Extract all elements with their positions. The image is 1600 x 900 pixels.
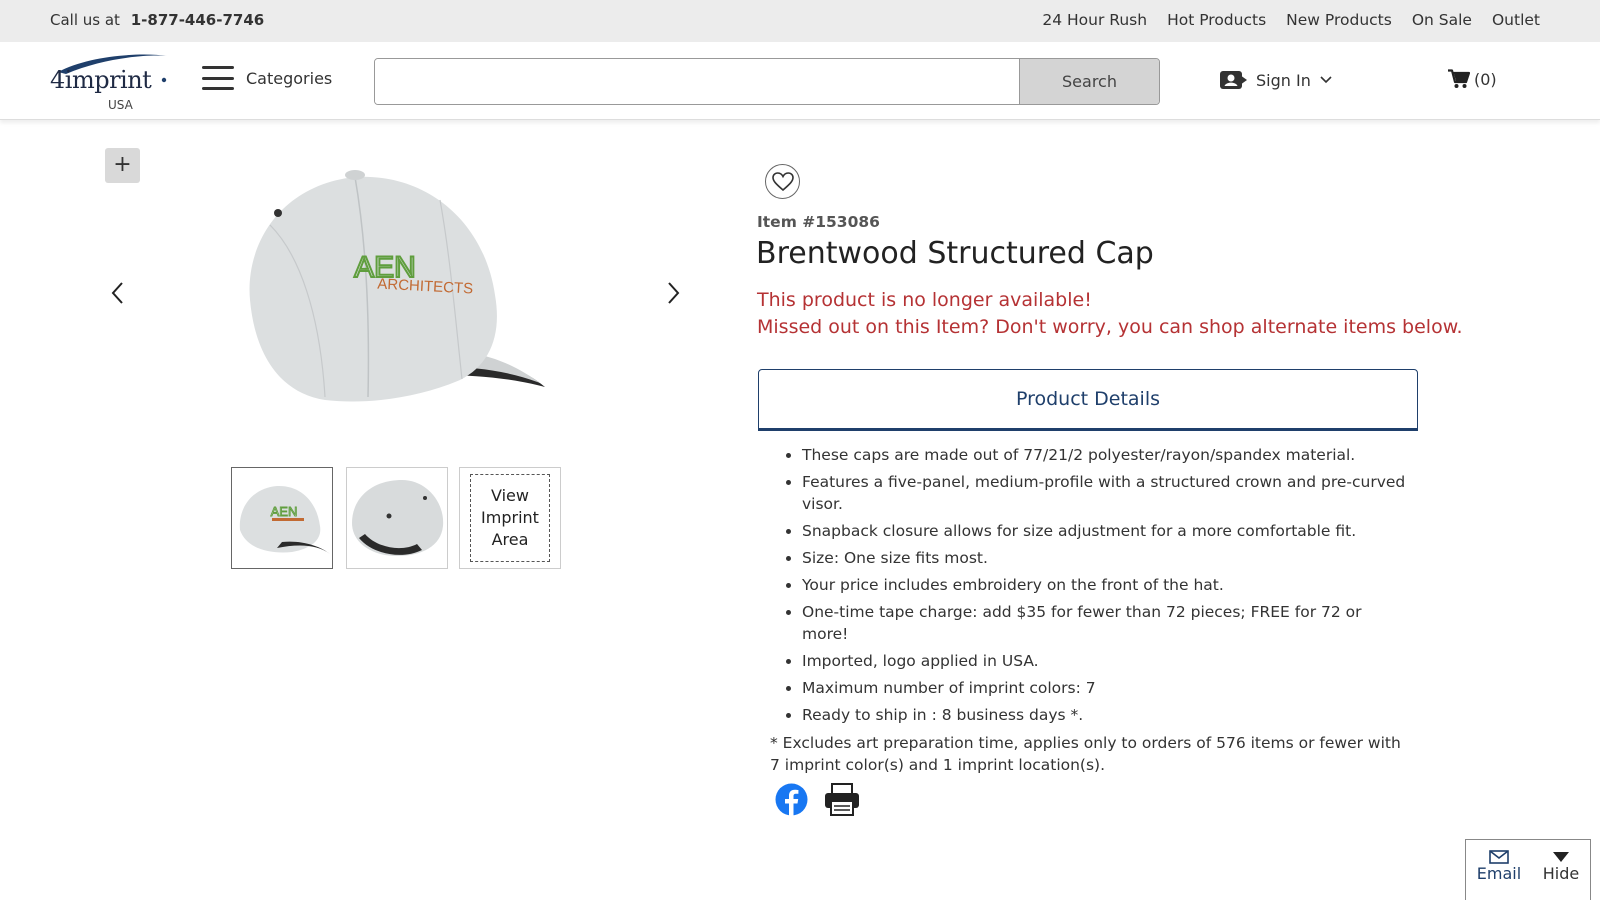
cart-link[interactable]: (0)	[1448, 69, 1497, 89]
categories-label: Categories	[246, 68, 333, 88]
triangle-down-icon	[1552, 852, 1569, 862]
search-input[interactable]	[375, 59, 1019, 104]
print-icon[interactable]	[824, 783, 860, 816]
detail-item: These caps are made out of 77/21/2 polye…	[802, 444, 1410, 466]
email-widget-button[interactable]: Email	[1477, 850, 1521, 900]
account-icon	[1220, 71, 1247, 89]
detail-item: Your price includes embroidery on the fr…	[802, 574, 1410, 596]
logo-text: 4imprint	[50, 66, 152, 94]
cart-icon	[1448, 69, 1470, 88]
imprint-line-2: Imprint	[481, 508, 539, 527]
item-number: Item #153086	[757, 213, 880, 231]
thumbnail-front-image: AEN	[239, 485, 330, 554]
email-icon	[1489, 850, 1509, 864]
detail-item: One-time tape charge: add $35 for fewer …	[802, 601, 1410, 645]
call-us: Call us at 1-877-446-7746	[50, 11, 264, 29]
detail-item: Snapback closure allows for size adjustm…	[802, 520, 1410, 542]
details-list: These caps are made out of 77/21/2 polye…	[782, 444, 1410, 726]
favorite-button[interactable]	[765, 164, 800, 199]
top-link-outlet[interactable]: Outlet	[1492, 11, 1540, 29]
details-footnote: * Excludes art preparation time, applies…	[770, 734, 1401, 774]
site-header: 4imprint USA Categories Search Sign In (…	[0, 42, 1600, 120]
call-label: Call us at	[50, 11, 120, 29]
detail-item: Imported, logo applied in USA.	[802, 650, 1410, 672]
logo-region: USA	[108, 98, 133, 112]
contact-widget: Email Hide	[1465, 839, 1591, 900]
share-bar	[775, 783, 860, 816]
hide-widget-label: Hide	[1542, 864, 1580, 883]
view-imprint-area[interactable]: View Imprint Area	[459, 467, 561, 569]
product-main-image: AEN ARCHITECTS	[249, 170, 545, 402]
email-widget-label: Email	[1476, 864, 1522, 883]
view-imprint-area-label: View Imprint Area	[470, 474, 550, 562]
chevron-down-icon	[1320, 76, 1332, 84]
phone-number[interactable]: 1-877-446-7746	[131, 11, 264, 29]
search-bar: Search	[374, 58, 1160, 105]
unavailable-message: This product is no longer available! Mis…	[757, 287, 1463, 341]
thumbnail-back[interactable]	[346, 467, 448, 569]
detail-item: Size: One size fits most.	[802, 547, 1410, 569]
tab-product-details[interactable]: Product Details	[758, 369, 1418, 431]
zoom-button[interactable]: +	[105, 148, 140, 183]
imprint-line-3: Area	[491, 530, 529, 549]
sign-in-label: Sign In	[1256, 70, 1311, 90]
categories-menu[interactable]: Categories	[202, 66, 332, 90]
heart-icon	[771, 171, 794, 191]
facebook-icon[interactable]	[775, 783, 808, 816]
detail-item: Maximum number of imprint colors: 7	[802, 677, 1410, 699]
chevron-left-icon[interactable]	[110, 280, 126, 306]
hide-widget-button[interactable]: Hide	[1543, 850, 1579, 900]
top-nav: 24 Hour Rush Hot Products New Products O…	[1042, 11, 1540, 29]
product-details: These caps are made out of 77/21/2 polye…	[770, 444, 1410, 776]
imprint-line-1: View	[491, 486, 529, 505]
unavailable-line-2: Missed out on this Item? Don't worry, yo…	[757, 316, 1463, 338]
logo[interactable]: 4imprint USA	[48, 50, 173, 112]
svg-text:AEN: AEN	[271, 504, 298, 519]
top-link-hot-products[interactable]: Hot Products	[1167, 11, 1266, 29]
top-link-on-sale[interactable]: On Sale	[1412, 11, 1472, 29]
detail-item: Features a five-panel, medium-profile wi…	[802, 471, 1410, 515]
chevron-right-icon[interactable]	[665, 280, 681, 306]
thumbnail-back-image	[352, 480, 444, 556]
search-button[interactable]: Search	[1019, 59, 1159, 104]
detail-item: Ready to ship in : 8 business days *.	[802, 704, 1410, 726]
hamburger-icon	[202, 66, 234, 90]
top-link-new-products[interactable]: New Products	[1286, 11, 1392, 29]
utility-bar: Call us at 1-877-446-7746 24 Hour Rush H…	[0, 0, 1600, 42]
sign-in-menu[interactable]: Sign In	[1220, 69, 1333, 91]
thumbnail-front[interactable]: AEN	[231, 467, 333, 569]
top-link-24-hour-rush[interactable]: 24 Hour Rush	[1042, 11, 1147, 29]
cart-count: (0)	[1474, 69, 1497, 89]
product-title: Brentwood Structured Cap	[756, 236, 1154, 271]
unavailable-line-1: This product is no longer available!	[757, 289, 1092, 311]
